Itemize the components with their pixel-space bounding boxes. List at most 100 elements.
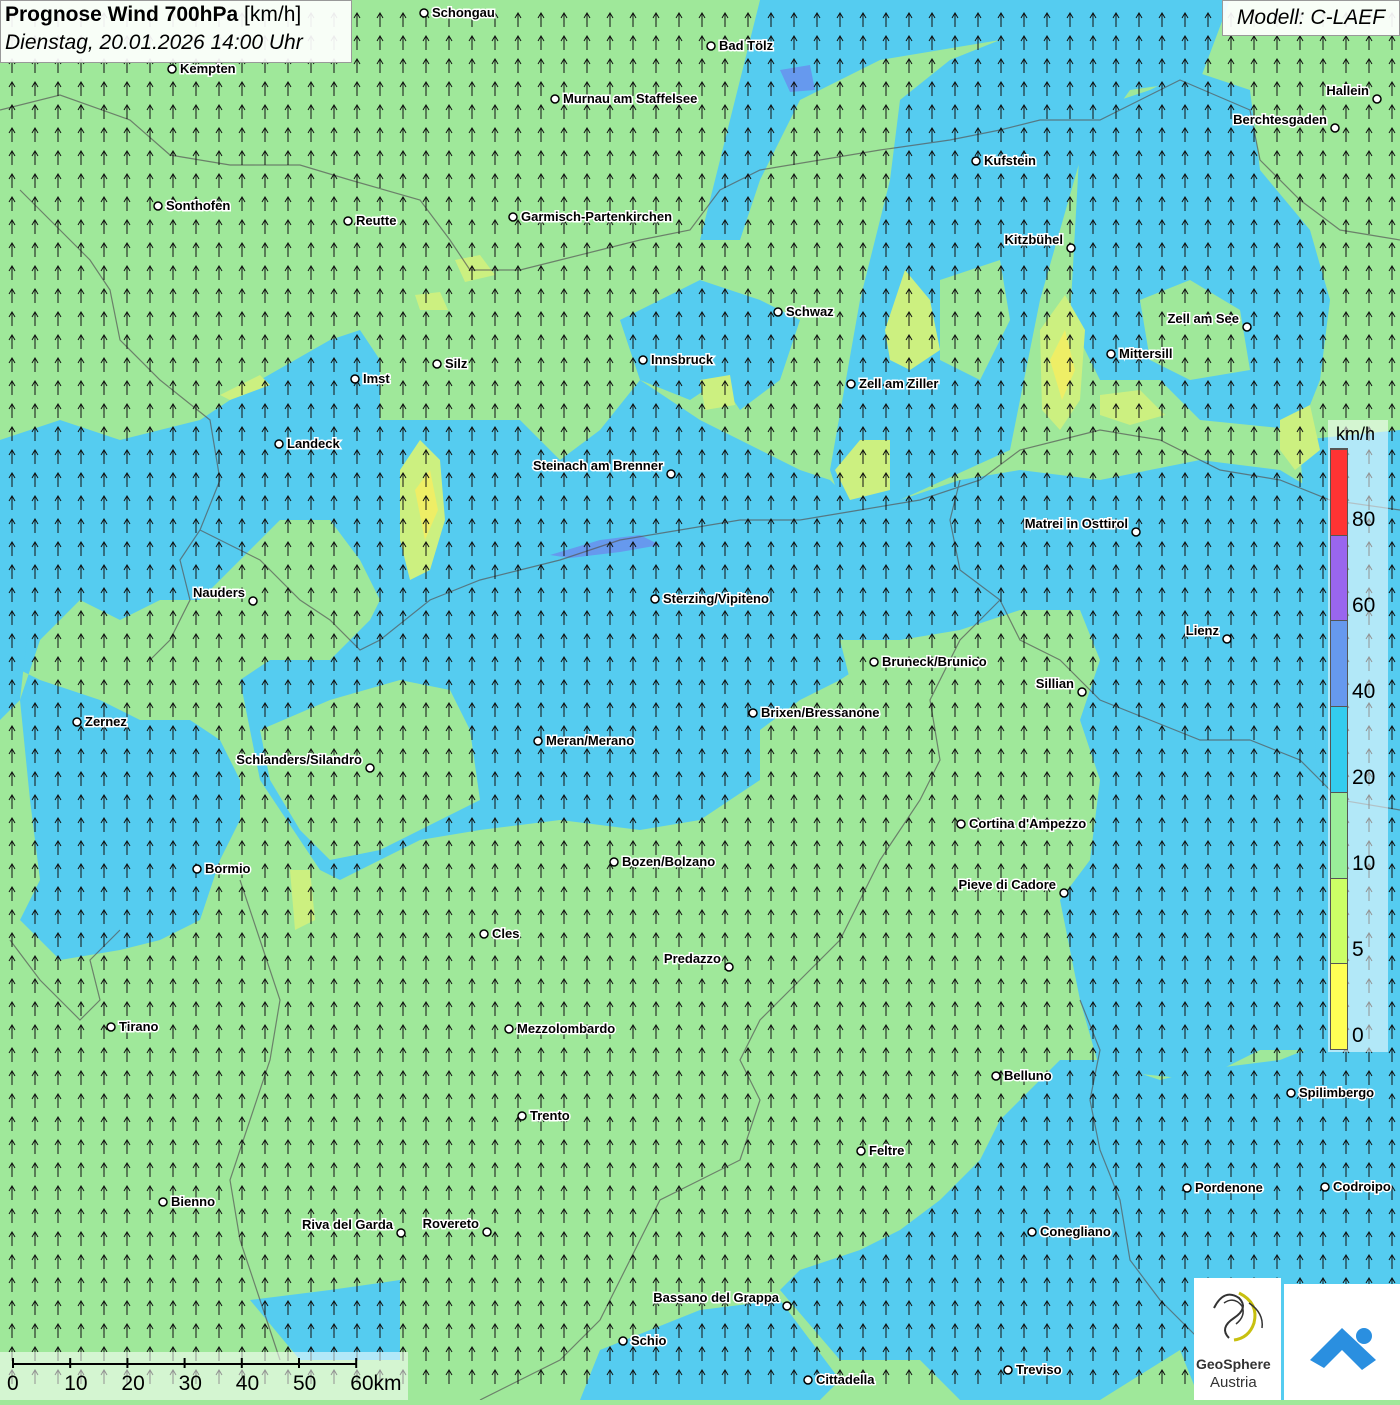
legend-tick-label: 0 [1352, 1024, 1364, 1047]
distance-scalebar: 0 10 20 30 40 50 60km [0, 1352, 408, 1400]
city-dot [550, 94, 560, 104]
scalebar-label: 50 [293, 1372, 317, 1395]
city-label: Bienno [171, 1194, 215, 1209]
city-dot [991, 1071, 1001, 1081]
city-dot [1372, 94, 1382, 104]
city-label: Garmisch-Partenkirchen [521, 209, 672, 224]
city-label: Sterzing/Vipiteno [663, 591, 769, 606]
city-label: Zell am Ziller [859, 376, 938, 391]
forecast-datetime: Dienstag, 20.01.2026 14:00 Uhr [5, 31, 303, 54]
scalebar-label: 10 [64, 1372, 88, 1395]
city-label: Bormio [205, 861, 251, 876]
city-dot [517, 1111, 527, 1121]
app-logo[interactable] [1284, 1284, 1400, 1400]
city-dot [638, 355, 648, 365]
city-dot [72, 717, 82, 727]
city-marker[interactable]: Cortina d'Ampezzo [956, 815, 1088, 833]
wind-map[interactable]: Schongau Bad Tölz Kempten Murnau am Staffel… [0, 0, 1400, 1401]
city-marker[interactable]: Garmisch-Partenkirchen [508, 208, 674, 226]
city-label: Pieve di Cadore [958, 877, 1056, 892]
city-label: Tirano [119, 1019, 159, 1034]
city-label: Kempten [180, 61, 236, 76]
geosphere-logo[interactable]: GeoSphere Austria [1194, 1278, 1281, 1400]
city-label: Murnau am Staffelsee [563, 91, 697, 106]
legend-tick-label: 80 [1352, 508, 1376, 531]
city-dot [533, 736, 543, 746]
scalebar-label: 30 [178, 1372, 202, 1395]
legend-unit: km/h [1336, 424, 1376, 444]
city-label: Berchtesgaden [1233, 112, 1327, 127]
city-dot [773, 307, 783, 317]
city-dot [192, 864, 202, 874]
city-dot [1003, 1365, 1013, 1375]
city-dot [1242, 322, 1252, 332]
city-marker[interactable]: Bozen/Bolzano [609, 853, 717, 871]
city-dot [1106, 349, 1116, 359]
city-marker[interactable]: Conegliano [1027, 1223, 1112, 1241]
city-dot [1222, 634, 1232, 644]
city-label: Sillian [1036, 676, 1074, 691]
city-label: Codroipo [1333, 1179, 1391, 1194]
city-marker[interactable]: Brixen/Bressanone [748, 704, 881, 722]
legend-color-step [1331, 791, 1347, 878]
city-dot [419, 8, 429, 18]
city-label: Meran/Merano [546, 733, 634, 748]
city-label: Conegliano [1040, 1224, 1111, 1239]
city-dot [971, 156, 981, 166]
city-dot [508, 212, 518, 222]
cloud-arrow-icon [1310, 1328, 1376, 1370]
legend-tick-label: 5 [1352, 938, 1364, 961]
city-dot [1182, 1183, 1192, 1193]
city-marker[interactable]: Bruneck/Brunico [869, 653, 988, 671]
city-label: Riva del Garda [302, 1217, 394, 1232]
city-label: Pordenone [1195, 1180, 1263, 1195]
city-dot [782, 1301, 792, 1311]
legend-color-step [1331, 706, 1347, 792]
legend-color-step [1331, 963, 1347, 1049]
city-label: Schio [631, 1333, 666, 1348]
city-marker[interactable]: Schongau [419, 4, 496, 22]
city-marker[interactable]: Spilimbergo [1286, 1084, 1376, 1102]
city-marker[interactable]: Sterzing/Vipiteno [650, 590, 770, 608]
city-label: Cles [492, 926, 519, 941]
city-label: Bad Tölz [719, 38, 774, 53]
city-dot [869, 657, 879, 667]
city-marker[interactable]: Mezzolombardo [504, 1020, 617, 1038]
city-label: Mittersill [1119, 346, 1172, 361]
city-label: Bassano del Grappa [653, 1290, 779, 1305]
legend-color-step [1331, 448, 1347, 535]
city-label: Innsbruck [651, 352, 714, 367]
map-title: Prognose Wind 700hPa [km/h] [5, 3, 302, 26]
city-label: Predazzo [664, 951, 721, 966]
city-label: Landeck [287, 436, 341, 451]
city-dot [350, 374, 360, 384]
city-marker[interactable]: Murnau am Staffelsee [550, 90, 699, 108]
city-label: Schlanders/Silandro [236, 752, 362, 767]
city-dot [1320, 1182, 1330, 1192]
city-label: Kitzbühel [1005, 232, 1064, 247]
city-label: Zernez [85, 714, 127, 729]
city-dot [365, 763, 375, 773]
legend-color-step [1331, 620, 1347, 707]
city-marker[interactable]: Zell am Ziller [846, 375, 940, 393]
legend-tick-label: 10 [1352, 852, 1376, 875]
city-marker[interactable]: Sonthofen [153, 197, 232, 215]
city-marker[interactable]: Pordenone [1182, 1179, 1264, 1197]
city-dot [803, 1375, 813, 1385]
city-dot [432, 359, 442, 369]
city-label: Sonthofen [166, 198, 230, 213]
city-dot [1131, 527, 1141, 537]
geosphere-swirl-icon [1213, 1291, 1263, 1342]
city-label: Spilimbergo [1299, 1085, 1374, 1100]
city-dot [1286, 1088, 1296, 1098]
wind-map-canvas: Schongau Bad Tölz Kempten Murnau am Staffel… [0, 0, 1400, 1401]
city-label: Kufstein [984, 153, 1036, 168]
city-label: Matrei in Osttirol [1025, 516, 1128, 531]
city-dot [856, 1146, 866, 1156]
city-dot [724, 962, 734, 972]
city-dot [748, 708, 758, 718]
city-label: Cortina d'Ampezzo [969, 816, 1086, 831]
city-marker[interactable]: Meran/Merano [533, 732, 636, 750]
city-marker[interactable]: Innsbruck [638, 351, 715, 369]
legend-color-step [1331, 877, 1347, 964]
